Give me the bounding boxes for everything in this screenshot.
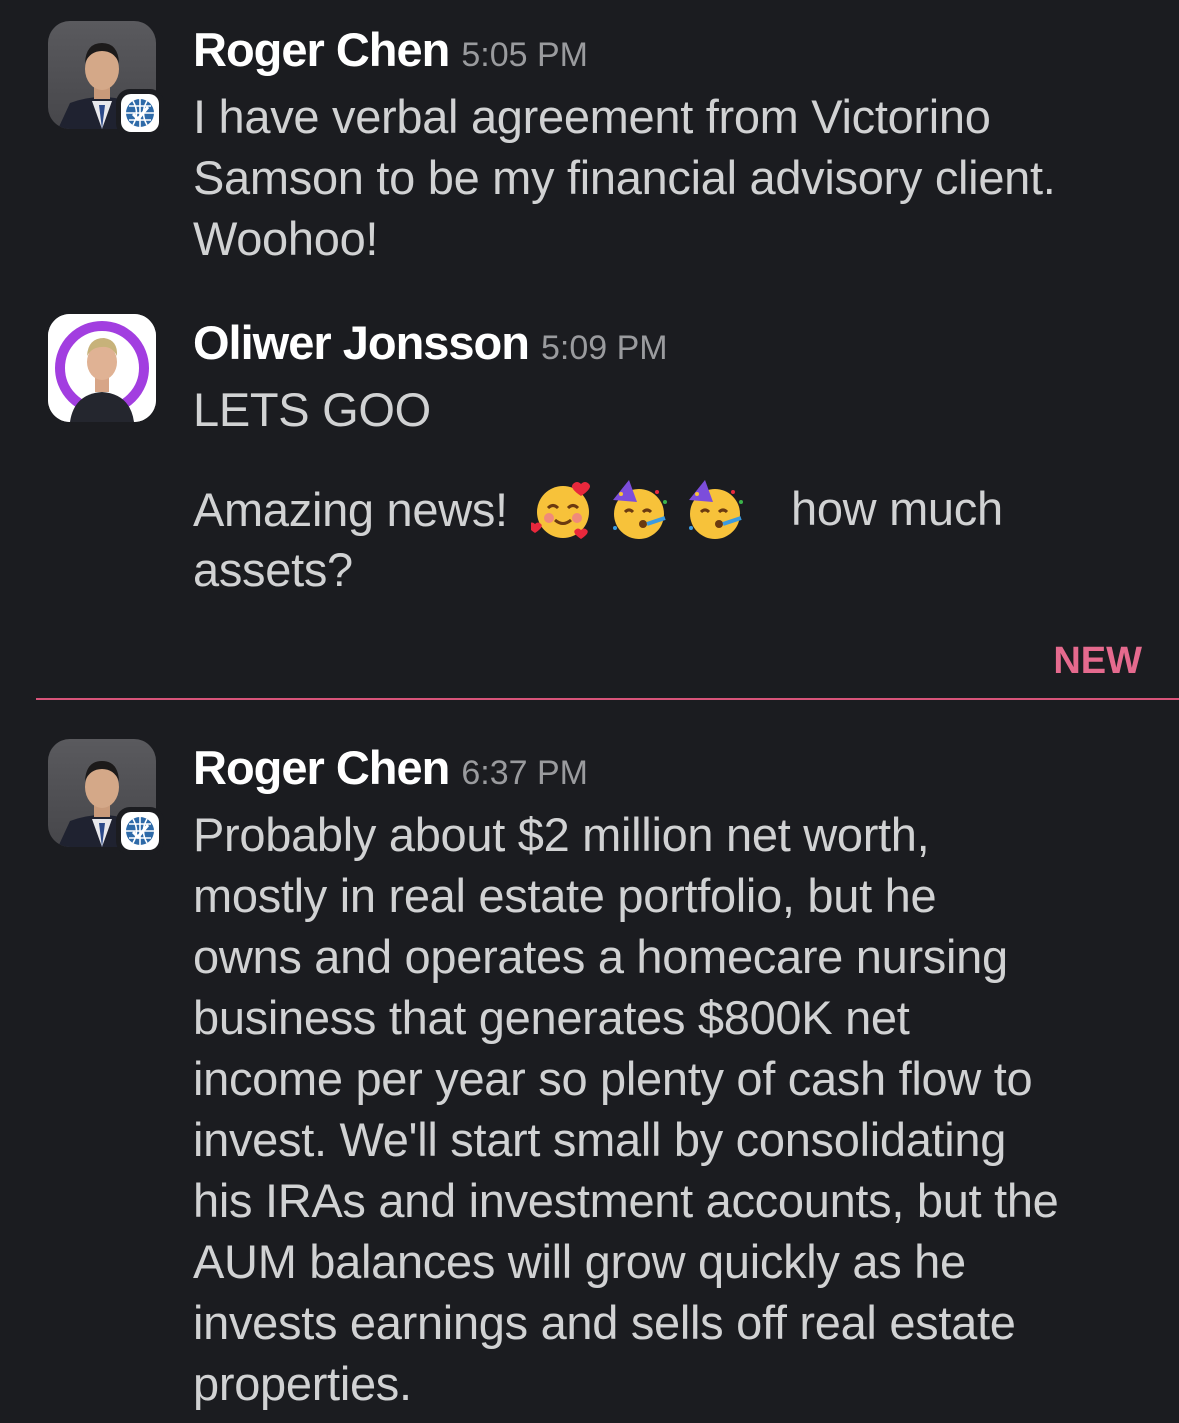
message-text: Probably about $2 million net worth, mos… — [193, 808, 1059, 1410]
new-messages-divider — [36, 698, 1179, 700]
author-name[interactable]: Roger Chen — [193, 23, 450, 76]
author-name[interactable]: Oliwer Jonsson — [193, 316, 530, 369]
person-photo-icon — [48, 314, 156, 422]
timestamp[interactable]: 5:05 PM — [461, 36, 588, 74]
new-messages-label: NEW — [1053, 640, 1142, 682]
message-text: I have verbal agreement from Victorino S… — [193, 90, 1056, 265]
message-text: LETS GOO — [193, 383, 431, 436]
timestamp[interactable]: 5:09 PM — [541, 329, 668, 367]
timestamp[interactable]: 6:37 PM — [461, 754, 588, 792]
badge-globe-check-icon — [116, 89, 164, 137]
badge-globe-check-icon — [116, 807, 164, 855]
followup-text-after: how much assets? — [193, 482, 1003, 596]
author-name[interactable]: Roger Chen — [193, 741, 450, 794]
avatar-oliwer-jonsson[interactable] — [48, 314, 156, 422]
